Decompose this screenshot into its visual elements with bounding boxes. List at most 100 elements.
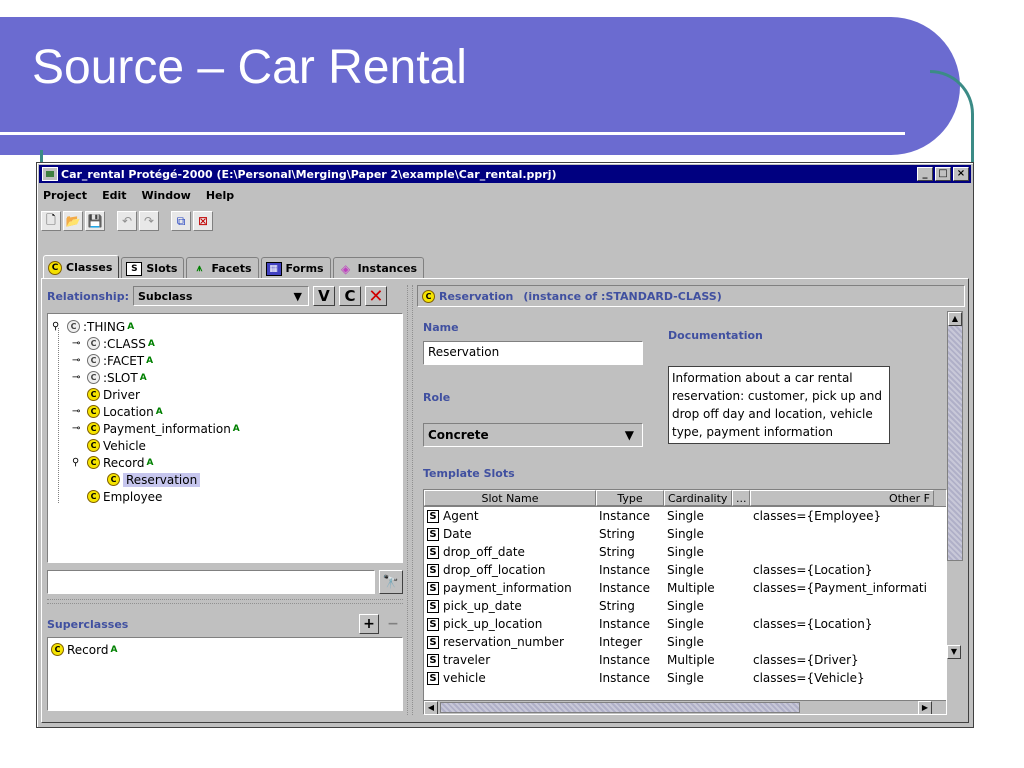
tab-classes[interactable]: C Classes	[43, 255, 120, 279]
column-slot-name[interactable]: Slot Name	[424, 490, 596, 506]
table-row[interactable]: Sdrop_off_location Instance Single classes=…	[424, 561, 946, 579]
delete-class-button[interactable]: ✕	[364, 286, 387, 307]
tree-node[interactable]: ⚲ C:THING A	[52, 318, 134, 335]
role-label: Role	[423, 391, 451, 404]
menu-project[interactable]: Project	[41, 187, 89, 205]
slot-name: drop_off_location	[443, 563, 546, 577]
splitter[interactable]	[47, 599, 403, 604]
scroll-right-icon[interactable]: ▶	[918, 701, 932, 714]
class-tree[interactable]: ⚲ C:THING A ⊸ C:CLASS A ⊸ C:FACET A ⊸ C:SLOT A C Driv…	[47, 313, 403, 563]
table-row[interactable]: Sdrop_off_date String Single	[424, 543, 946, 561]
column-type[interactable]: Type	[596, 490, 664, 506]
cascade-windows-icon[interactable]: ⧉	[171, 211, 191, 231]
column-more[interactable]: ...	[732, 490, 750, 506]
binoculars-icon[interactable]: 🔭	[379, 570, 403, 594]
menu-bar: Project Edit Window Help	[41, 187, 247, 205]
tree-node[interactable]: C Reservation	[92, 471, 201, 488]
table-row[interactable]: Svehicle Instance Single classes={Vehicle}	[424, 669, 946, 687]
minimize-button[interactable]: _	[917, 167, 933, 181]
tree-node[interactable]: ⊸ C Location A	[72, 403, 163, 420]
tree-node[interactable]: ⚲ C Record A	[72, 454, 153, 471]
form-vertical-scrollbar[interactable]: ▲	[947, 311, 963, 561]
tree-node[interactable]: ⊸ C:CLASS A	[72, 335, 155, 352]
table-row[interactable]: Straveler Instance Multiple classes={Driver…	[424, 651, 946, 669]
redo-icon[interactable]: ↷	[139, 211, 159, 231]
tree-node[interactable]: C Employee	[72, 488, 162, 505]
tab-slots[interactable]: S Slots	[121, 257, 185, 279]
scroll-up-icon[interactable]: ▲	[948, 312, 962, 326]
tree-node[interactable]: C Driver	[72, 386, 140, 403]
superclasses-list[interactable]: C Record A	[47, 637, 403, 711]
expand-toggle-icon[interactable]: ⊸	[72, 372, 84, 383]
list-item[interactable]: C Record A	[51, 641, 117, 658]
scroll-down-icon[interactable]: ▼	[947, 645, 961, 659]
window-titlebar[interactable]: Car_rental Protégé-2000 (E:\Personal\Mer…	[39, 165, 971, 183]
create-class-button[interactable]: C	[338, 286, 361, 306]
undo-icon[interactable]: ↶	[117, 211, 137, 231]
close-button[interactable]: ×	[953, 167, 969, 181]
expand-toggle-icon[interactable]: ⊸	[72, 406, 84, 417]
column-other-facets[interactable]: Other F	[750, 490, 934, 506]
slot-name: Date	[443, 527, 472, 541]
open-project-icon[interactable]: 📂	[63, 211, 83, 231]
toolbar: 🗋 📂 💾 ↶ ↷ ⧉ ⊠	[41, 209, 969, 233]
save-project-icon[interactable]: 💾	[85, 211, 105, 231]
table-row[interactable]: Spayment_information Instance Multiple clas…	[424, 579, 946, 597]
table-row[interactable]: S Agent Instance Single classes={Employee}	[424, 507, 946, 525]
cell-slot-name: S Date	[424, 527, 596, 541]
panel-splitter[interactable]	[407, 285, 413, 715]
menu-help[interactable]: Help	[204, 187, 236, 205]
table-row[interactable]: Sreservation_number Integer Single	[424, 633, 946, 651]
maximize-button[interactable]: □	[935, 167, 951, 181]
table-row[interactable]: Spick_up_location Instance Single classes={…	[424, 615, 946, 633]
role-dropdown[interactable]: Concrete ▼	[423, 423, 643, 447]
scroll-thumb[interactable]	[440, 702, 800, 713]
cell-cardinality: Multiple	[667, 581, 715, 595]
tree-node[interactable]: C Vehicle	[72, 437, 146, 454]
template-slots-table[interactable]: Slot Name Type Cardinality ... Other F S…	[423, 489, 947, 715]
table-row[interactable]: S Date String Single	[424, 525, 946, 543]
add-superclass-button[interactable]: +	[359, 614, 379, 634]
horizontal-scrollbar[interactable]: ◀ ▶	[424, 700, 946, 714]
relationship-dropdown[interactable]: Subclass ▼	[132, 286, 309, 306]
role-value: Concrete	[428, 428, 489, 442]
new-project-icon[interactable]: 🗋	[41, 211, 61, 231]
slot-icon: S	[427, 653, 439, 667]
remove-superclass-button[interactable]: −	[383, 614, 403, 634]
table-row[interactable]: Spick_up_date String Single	[424, 597, 946, 615]
tree-node-label: Employee	[103, 489, 163, 504]
scroll-left-icon[interactable]: ◀	[424, 701, 438, 714]
cell-type: Instance	[599, 653, 651, 667]
tab-facets[interactable]: ⩚ Facets	[186, 257, 259, 279]
protege-app-icon[interactable]	[42, 167, 58, 181]
tree-node[interactable]: ⊸ C:FACET A	[72, 352, 153, 369]
tab-instances[interactable]: ◈ Instances	[332, 257, 425, 279]
expand-toggle-icon[interactable]: ⊸	[72, 338, 84, 349]
class-search-input[interactable]	[47, 570, 375, 594]
class-icon: C	[87, 337, 100, 350]
slot-icon: S	[427, 617, 439, 631]
tree-guide-line	[58, 328, 59, 503]
tree-node[interactable]: ⊸ C Payment_information A	[72, 420, 240, 437]
form-header-name: Reservation	[439, 289, 514, 303]
close-windows-icon[interactable]: ⊠	[193, 211, 213, 231]
class-form-panel: C Reservation (instance of :STANDARD-CLA…	[417, 285, 967, 715]
menu-edit[interactable]: Edit	[100, 187, 128, 205]
class-icon: C	[87, 456, 100, 469]
name-field[interactable]: Reservation	[423, 341, 643, 365]
expand-toggle-icon[interactable]: ⊸	[72, 423, 84, 434]
menu-window[interactable]: Window	[139, 187, 192, 205]
title-underline	[0, 132, 905, 135]
documentation-field[interactable]: Information about a car rental reservati…	[668, 366, 890, 444]
view-class-button[interactable]: V	[312, 286, 335, 306]
superclasses-label: Superclasses	[47, 617, 129, 631]
column-cardinality[interactable]: Cardinality	[664, 490, 732, 506]
table-vertical-scroll[interactable]: ▼	[947, 645, 963, 661]
tree-node[interactable]: ⊸ C:SLOT A	[72, 369, 147, 386]
expand-toggle-icon[interactable]: ⊸	[72, 355, 84, 366]
class-icon: C	[107, 473, 120, 486]
tab-forms[interactable]: ▦ Forms	[260, 257, 331, 279]
slide-title: Source – Car Rental	[32, 41, 467, 94]
expand-toggle-icon[interactable]: ⚲	[72, 457, 84, 468]
superclass-label: Record	[67, 642, 109, 657]
